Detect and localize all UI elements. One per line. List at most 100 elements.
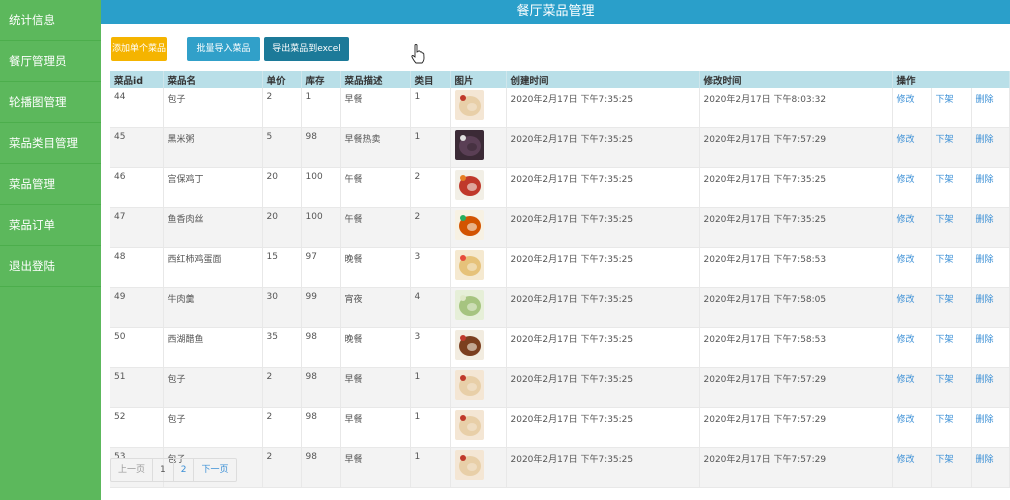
- cell-stock: 98: [301, 127, 341, 168]
- cell-stock: 1: [301, 88, 341, 128]
- action-cell: 下架: [931, 207, 972, 248]
- baozi-icon: [450, 407, 507, 448]
- sidebar-item[interactable]: 菜品类目管理: [0, 123, 101, 164]
- unlist-link[interactable]: 下架: [936, 135, 954, 145]
- table-row: 52 包子 2 98 早餐 1 2020年2月17日 下午7:35:25 2020年2月17日…: [110, 407, 1010, 448]
- edit-link[interactable]: 修改: [897, 295, 915, 305]
- cell-desc: 早餐: [340, 88, 411, 128]
- cell-modified: 2020年2月17日 下午7:58:05: [699, 287, 893, 328]
- cell-modified: 2020年2月17日 下午7:58:53: [699, 327, 893, 368]
- page-1-button[interactable]: 1: [153, 459, 174, 481]
- action-cell: 删除: [971, 407, 1010, 448]
- cell-name: 西湖醋鱼: [163, 327, 263, 368]
- cell-modified: 2020年2月17日 下午7:57:29: [699, 127, 893, 168]
- pork-dish-icon: [450, 207, 507, 248]
- sidebar-item[interactable]: 菜品管理: [0, 164, 101, 205]
- pagination: 上一页 1 2 下一页: [110, 458, 237, 482]
- unlist-link[interactable]: 下架: [936, 415, 954, 425]
- delete-link[interactable]: 删除: [976, 335, 994, 345]
- delete-link[interactable]: 删除: [976, 175, 994, 185]
- edit-link[interactable]: 修改: [897, 455, 915, 465]
- next-page-button[interactable]: 下一页: [194, 459, 235, 481]
- edit-link[interactable]: 修改: [897, 255, 915, 265]
- sidebar-item[interactable]: 统计信息: [0, 0, 101, 41]
- action-cell: 修改: [892, 287, 932, 328]
- edit-link[interactable]: 修改: [897, 95, 915, 105]
- cell-desc: 午餐: [340, 207, 411, 248]
- column-header: 创建时间: [506, 71, 700, 88]
- column-header: 单价: [262, 71, 302, 88]
- edit-link[interactable]: 修改: [897, 175, 915, 185]
- delete-link[interactable]: 删除: [976, 135, 994, 145]
- action-cell: 删除: [971, 287, 1010, 328]
- congee-icon: [450, 127, 507, 168]
- cell-category: 2: [410, 167, 451, 208]
- edit-link[interactable]: 修改: [897, 135, 915, 145]
- action-cell: 下架: [931, 247, 972, 288]
- cell-name: 黑米粥: [163, 127, 263, 168]
- table-row: 44 包子 2 1 早餐 1 2020年2月17日 下午7:35:25 2020年2月17日 …: [110, 88, 1010, 128]
- edit-link[interactable]: 修改: [897, 415, 915, 425]
- sidebar-item[interactable]: 退出登陆: [0, 246, 101, 287]
- action-cell: 删除: [971, 127, 1010, 168]
- action-cell: 修改: [892, 167, 932, 208]
- delete-link[interactable]: 删除: [976, 215, 994, 225]
- batch-import-button[interactable]: 批量导入菜品: [187, 37, 260, 61]
- unlist-link[interactable]: 下架: [936, 175, 954, 185]
- export-excel-button[interactable]: 导出菜品到excel: [264, 37, 349, 61]
- table-row: 50 西湖醋鱼 35 98 晚餐 3 2020年2月17日 下午7:35:25 2020年2月…: [110, 327, 1010, 368]
- unlist-link[interactable]: 下架: [936, 95, 954, 105]
- unlist-link[interactable]: 下架: [936, 215, 954, 225]
- action-cell: 下架: [931, 287, 972, 328]
- unlist-link[interactable]: 下架: [936, 455, 954, 465]
- cell-price: 15: [262, 247, 302, 288]
- sidebar-item[interactable]: 菜品订单: [0, 205, 101, 246]
- delete-link[interactable]: 删除: [976, 375, 994, 385]
- action-cell: 修改: [892, 207, 932, 248]
- action-cell: 下架: [931, 327, 972, 368]
- cell-desc: 早餐: [340, 447, 411, 488]
- page-2-button[interactable]: 2: [174, 459, 195, 481]
- cell-price: 2: [262, 367, 302, 408]
- edit-link[interactable]: 修改: [897, 215, 915, 225]
- cell-name: 牛肉羹: [163, 287, 263, 328]
- cell-price: 20: [262, 167, 302, 208]
- delete-link[interactable]: 删除: [976, 95, 994, 105]
- unlist-link[interactable]: 下架: [936, 375, 954, 385]
- cell-id: 52: [110, 407, 164, 448]
- unlist-link[interactable]: 下架: [936, 295, 954, 305]
- cell-price: 5: [262, 127, 302, 168]
- cell-modified: 2020年2月17日 下午8:03:32: [699, 88, 893, 128]
- sidebar-item[interactable]: 轮播图管理: [0, 82, 101, 123]
- cell-name: 西红柿鸡蛋面: [163, 247, 263, 288]
- delete-link[interactable]: 删除: [976, 415, 994, 425]
- main-panel: 餐厅菜品管理 添加单个菜品 批量导入菜品 导出菜品到excel 菜品id 菜品名单…: [101, 0, 1010, 500]
- cell-created: 2020年2月17日 下午7:35:25: [506, 167, 700, 208]
- cell-created: 2020年2月17日 下午7:35:25: [506, 447, 700, 488]
- cell-name: 鱼香肉丝: [163, 207, 263, 248]
- delete-link[interactable]: 删除: [976, 295, 994, 305]
- cell-category: 4: [410, 287, 451, 328]
- action-cell: 下架: [931, 167, 972, 208]
- delete-link[interactable]: 删除: [976, 255, 994, 265]
- table-row: 53 包子 2 98 早餐 1 2020年2月17日 下午7:35:25 2020年2月17日…: [110, 447, 1010, 488]
- edit-link[interactable]: 修改: [897, 335, 915, 345]
- hand-cursor-icon: [411, 44, 425, 64]
- edit-link[interactable]: 修改: [897, 375, 915, 385]
- cell-id: 48: [110, 247, 164, 288]
- cell-id: 44: [110, 88, 164, 128]
- sidebar-item[interactable]: 餐厅管理员: [0, 41, 101, 82]
- prev-page-button[interactable]: 上一页: [111, 459, 154, 481]
- unlist-link[interactable]: 下架: [936, 255, 954, 265]
- delete-link[interactable]: 删除: [976, 455, 994, 465]
- add-dish-button[interactable]: 添加单个菜品: [111, 37, 167, 61]
- unlist-link[interactable]: 下架: [936, 335, 954, 345]
- cell-category: 1: [410, 447, 451, 488]
- cell-modified: 2020年2月17日 下午7:58:53: [699, 247, 893, 288]
- action-cell: 删除: [971, 367, 1010, 408]
- cell-name: 包子: [163, 407, 263, 448]
- cell-id: 50: [110, 327, 164, 368]
- cell-modified: 2020年2月17日 下午7:35:25: [699, 167, 893, 208]
- action-cell: 下架: [931, 127, 972, 168]
- table-row: 45 黑米粥 5 98 早餐热卖 1 2020年2月17日 下午7:35:25 2020年2月…: [110, 127, 1010, 168]
